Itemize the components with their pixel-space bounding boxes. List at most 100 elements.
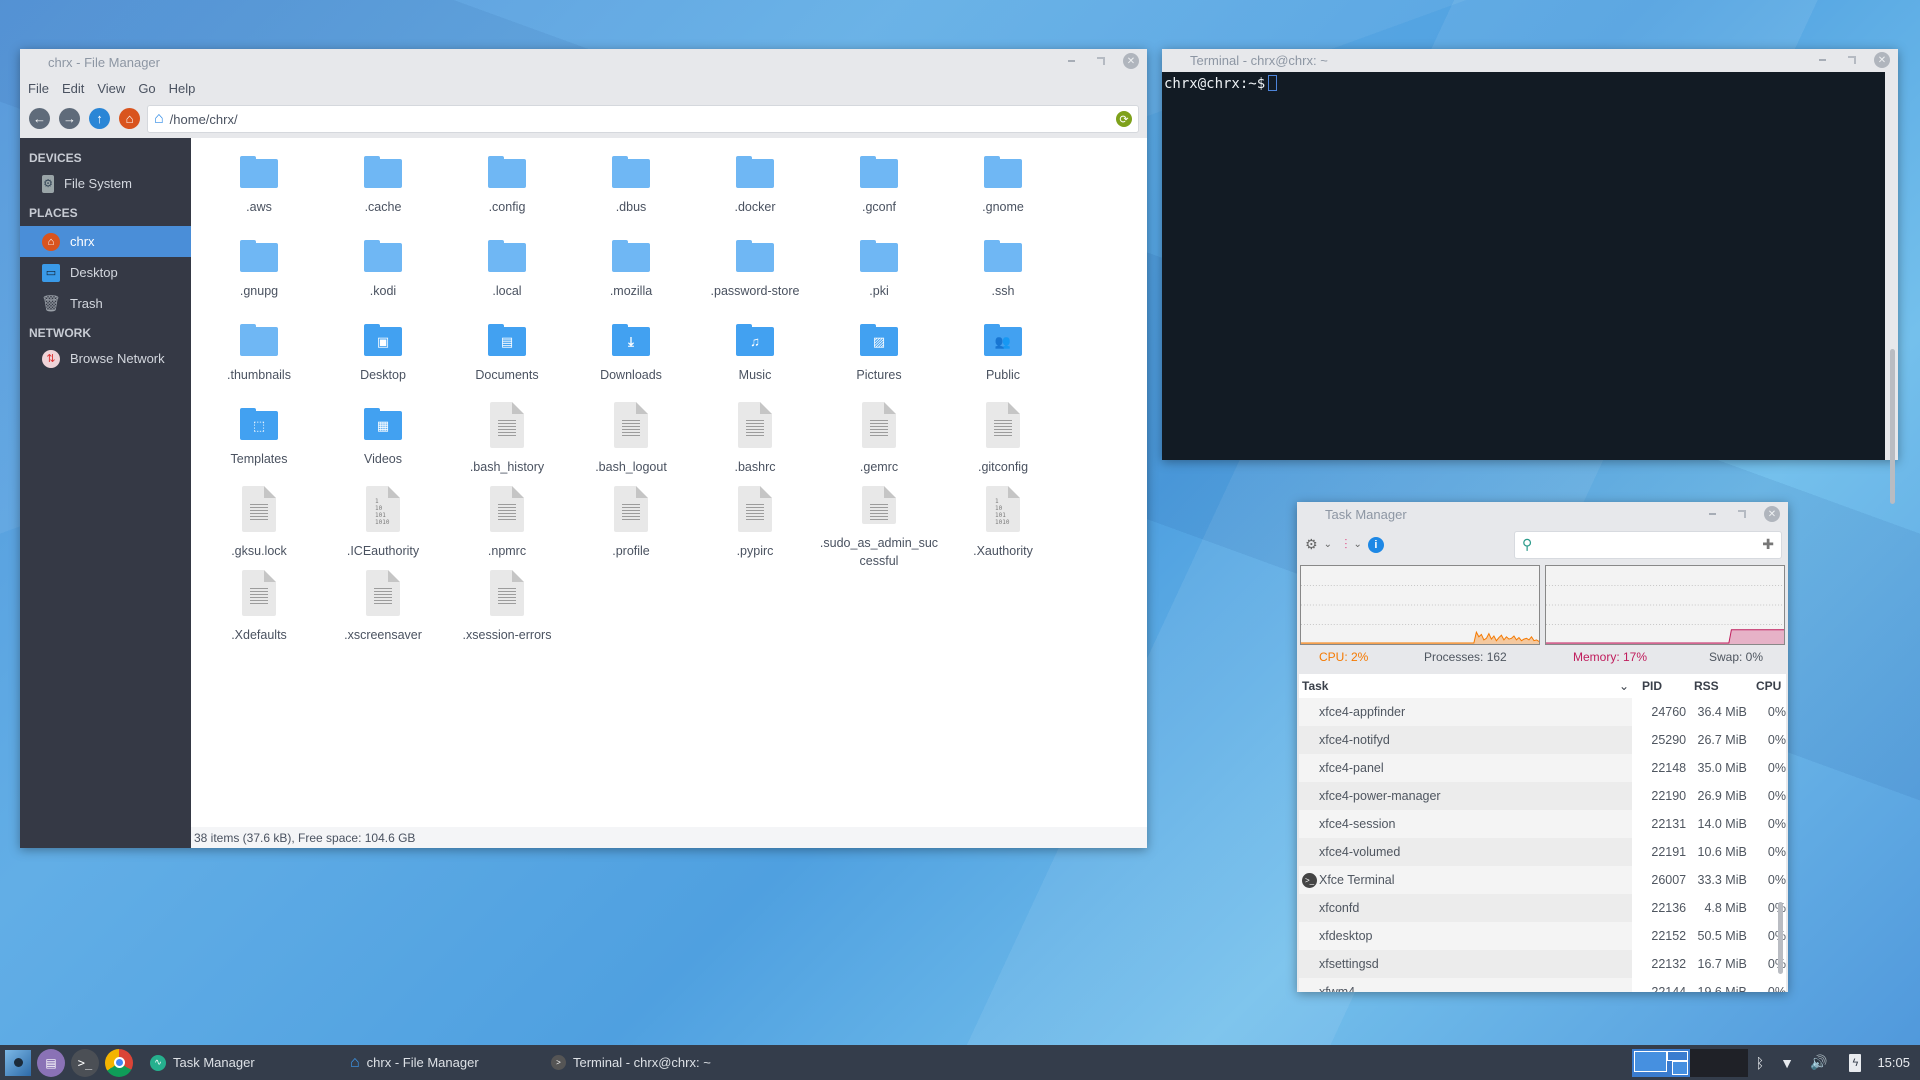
process-row[interactable]: xfce4-power-manager 22190 26.9 MiB 0% [1299, 782, 1786, 810]
file-item[interactable]: .ssh [941, 234, 1065, 318]
menu-file[interactable]: File [28, 81, 49, 96]
file-item[interactable]: .cache [321, 150, 445, 234]
file-item[interactable]: .mozilla [569, 234, 693, 318]
launcher-file-manager[interactable]: ▤ [37, 1048, 65, 1077]
whisker-menu-button[interactable] [5, 1049, 31, 1076]
process-search-input[interactable]: ⚲ ✚ [1514, 531, 1782, 559]
back-button[interactable]: ← [29, 107, 50, 129]
close-button[interactable]: ✕ [1764, 506, 1780, 522]
close-button[interactable]: ✕ [1123, 53, 1139, 69]
maximize-button[interactable] [1844, 52, 1860, 68]
sidebar-item-browse-network[interactable]: ⇅ Browse Network [20, 343, 191, 374]
file-item[interactable]: ♫ Music [693, 318, 817, 402]
file-item[interactable]: .Xdefaults [197, 570, 321, 654]
column-header-pid[interactable]: PID [1639, 674, 1684, 698]
process-table-scrollbar[interactable] [1778, 902, 1783, 974]
file-item[interactable]: .local [445, 234, 569, 318]
file-item[interactable]: .bashrc [693, 402, 817, 486]
process-row[interactable]: xfce4-appfinder 24760 36.4 MiB 0% [1299, 698, 1786, 726]
file-item[interactable]: ⤓ Downloads [569, 318, 693, 402]
column-header-cpu[interactable]: CPU [1744, 674, 1784, 698]
menu-edit[interactable]: Edit [62, 81, 84, 96]
close-button[interactable]: ✕ [1874, 52, 1890, 68]
file-item[interactable]: ⬚ Templates [197, 402, 321, 486]
minimize-button[interactable] [1063, 53, 1079, 69]
file-item[interactable]: ▤ Documents [445, 318, 569, 402]
file-item[interactable]: .password-store [693, 234, 817, 318]
chevron-down-icon[interactable]: ⌄ [1324, 539, 1332, 550]
location-bar[interactable]: ⌂ /home/chrx/ ⟳ [147, 105, 1139, 133]
sidebar-item-trash[interactable]: 🗑 Trash [20, 288, 191, 319]
terminal-output[interactable]: chrx@chrx:~$ [1162, 72, 1885, 460]
file-item[interactable]: .profile [569, 486, 693, 570]
info-icon[interactable]: i [1367, 536, 1384, 553]
battery-charging-icon[interactable]: ϟ [1849, 1053, 1862, 1072]
parent-folder-button[interactable]: ↑ [89, 107, 110, 129]
menu-view[interactable]: View [97, 81, 125, 96]
file-item[interactable]: 1 10 101 1010 .Xauthority [941, 486, 1065, 570]
clear-search-icon[interactable]: ✚ [1762, 536, 1774, 553]
file-item[interactable]: .sudo_as_admin_successful [817, 486, 941, 570]
forward-button[interactable]: → [59, 107, 80, 129]
file-item[interactable]: .pki [817, 234, 941, 318]
terminal-scrollbar[interactable] [1890, 349, 1895, 504]
process-row[interactable]: >_ Xfce Terminal 26007 33.3 MiB 0% [1299, 866, 1786, 894]
clock[interactable]: 15:05 [1877, 1055, 1910, 1070]
file-item[interactable]: .aws [197, 150, 321, 234]
task-manager-titlebar[interactable]: Task Manager ✕ [1297, 502, 1788, 527]
maximize-button[interactable] [1734, 506, 1750, 522]
bluetooth-icon[interactable]: ᛒ [1756, 1055, 1764, 1071]
process-row[interactable]: xfce4-panel 22148 35.0 MiB 0% [1299, 754, 1786, 782]
file-item[interactable]: .xscreensaver [321, 570, 445, 654]
workspace-1[interactable] [1632, 1049, 1690, 1077]
columns-filter-icon[interactable]: ⫶ [1344, 536, 1348, 553]
home-button[interactable]: ⌂ [119, 107, 140, 129]
file-manager-titlebar[interactable]: chrx - File Manager ✕ [20, 49, 1147, 75]
file-item[interactable]: .npmrc [445, 486, 569, 570]
file-item[interactable]: 👥 Public [941, 318, 1065, 402]
chevron-down-icon[interactable]: ⌄ [1353, 539, 1361, 550]
reload-button[interactable]: ⟳ [1116, 111, 1132, 127]
file-item[interactable]: ▦ Videos [321, 402, 445, 486]
process-row[interactable]: xfconfd 22136 4.8 MiB 0% [1299, 894, 1786, 922]
taskbar-item-file-manager[interactable]: ⌂ chrx - File Manager [350, 1045, 479, 1080]
file-item[interactable]: .config [445, 150, 569, 234]
menu-help[interactable]: Help [169, 81, 196, 96]
launcher-terminal[interactable]: >_ [71, 1048, 99, 1077]
file-item[interactable]: .gnupg [197, 234, 321, 318]
sidebar-item-chrx[interactable]: ⌂ chrx [20, 226, 191, 257]
minimize-button[interactable] [1814, 52, 1830, 68]
file-item[interactable]: .gconf [817, 150, 941, 234]
sidebar-item-file-system[interactable]: ⚙ File System [20, 168, 191, 199]
workspace-2[interactable] [1690, 1049, 1748, 1077]
launcher-chrome[interactable] [105, 1048, 133, 1077]
taskbar-item-task-manager[interactable]: ∿ Task Manager [150, 1045, 255, 1080]
file-item[interactable]: .gksu.lock [197, 486, 321, 570]
terminal-titlebar[interactable]: Terminal - chrx@chrx: ~ ✕ [1162, 49, 1898, 72]
process-row[interactable]: xfsettingsd 22132 16.7 MiB 0% [1299, 950, 1786, 978]
file-item[interactable]: .docker [693, 150, 817, 234]
maximize-button[interactable] [1093, 53, 1109, 69]
taskbar-item-terminal[interactable]: > Terminal - chrx@chrx: ~ [551, 1045, 711, 1080]
process-row[interactable]: xfwm4 22144 19.6 MiB 0% [1299, 978, 1786, 992]
process-row[interactable]: xfce4-notifyd 25290 26.7 MiB 0% [1299, 726, 1786, 754]
wifi-icon[interactable]: ▼ [1780, 1055, 1794, 1071]
file-item[interactable]: .thumbnails [197, 318, 321, 402]
file-item[interactable]: .pypirc [693, 486, 817, 570]
file-item[interactable]: ▨ Pictures [817, 318, 941, 402]
process-row[interactable]: xfce4-session 22131 14.0 MiB 0% [1299, 810, 1786, 838]
minimize-button[interactable] [1704, 506, 1720, 522]
file-item[interactable]: .gitconfig [941, 402, 1065, 486]
process-row[interactable]: xfce4-volumed 22191 10.6 MiB 0% [1299, 838, 1786, 866]
column-header-task[interactable]: Task ⌄ [1299, 674, 1639, 698]
file-item[interactable]: .bash_history [445, 402, 569, 486]
file-item[interactable]: .xsession-errors [445, 570, 569, 654]
sidebar-item-desktop[interactable]: ▭ Desktop [20, 257, 191, 288]
process-row[interactable]: xfdesktop 22152 50.5 MiB 0% [1299, 922, 1786, 950]
volume-icon[interactable]: 🔊 [1810, 1054, 1827, 1071]
settings-gears-icon[interactable]: ⚙ [1305, 536, 1318, 553]
file-item[interactable]: .gemrc [817, 402, 941, 486]
file-item[interactable]: .bash_logout [569, 402, 693, 486]
column-header-rss[interactable]: RSS [1684, 674, 1744, 698]
file-item[interactable]: ▣ Desktop [321, 318, 445, 402]
